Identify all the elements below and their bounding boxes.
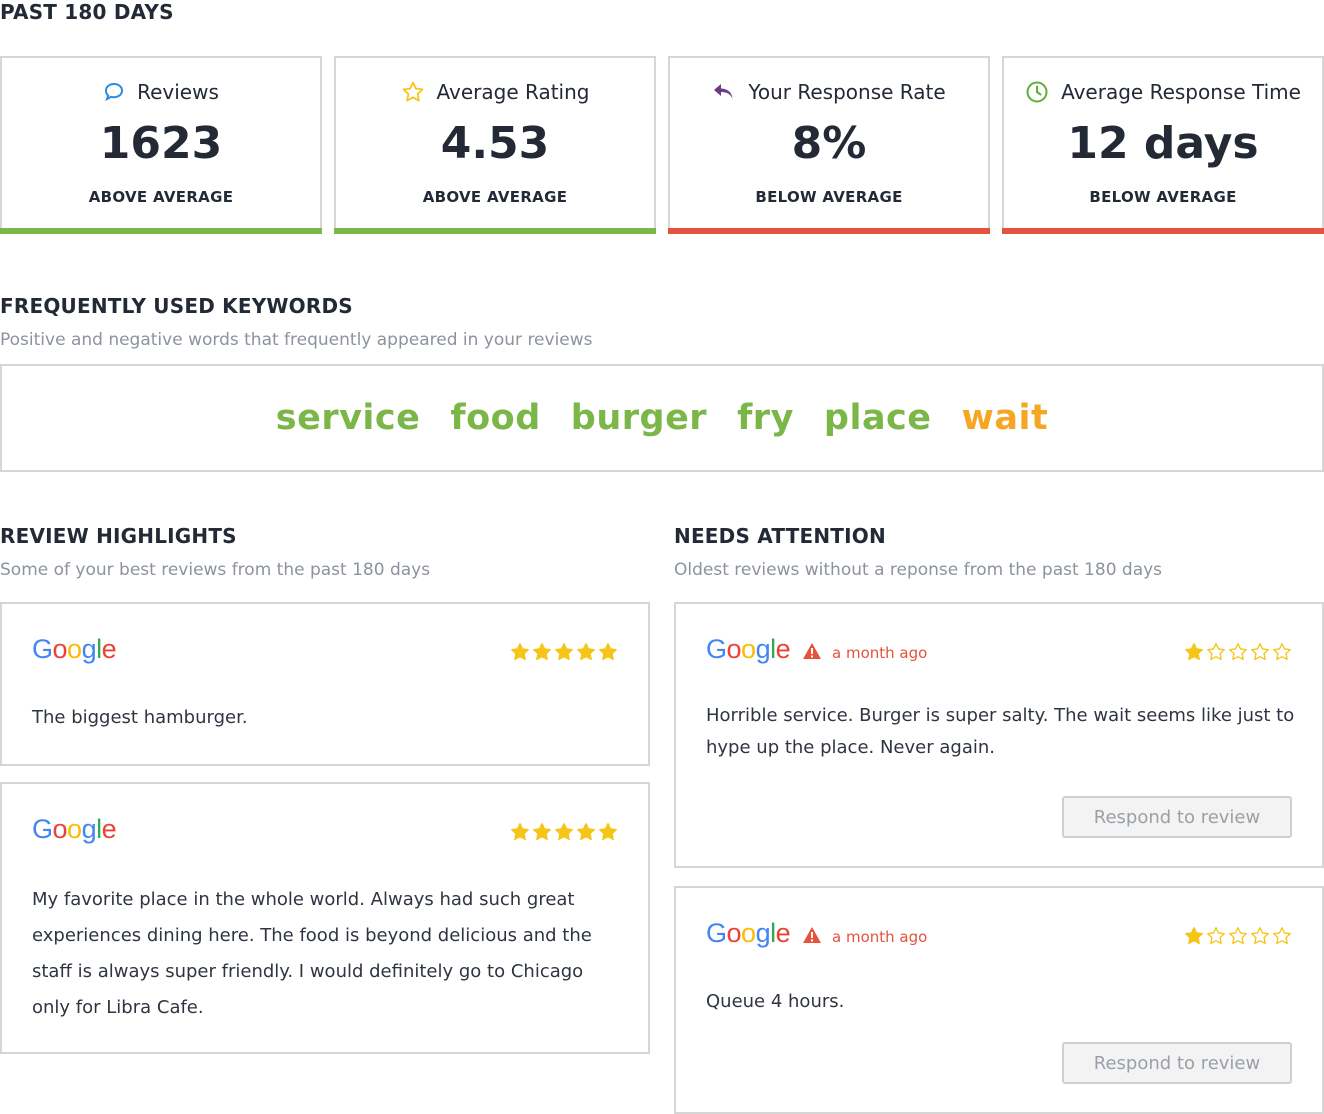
star-rating: [1184, 926, 1292, 946]
star-empty-icon: [1229, 643, 1247, 661]
star-filled-icon: [577, 643, 595, 661]
respond-to-review-button[interactable]: Respond to review: [1062, 1042, 1292, 1084]
star-empty-icon: [1207, 643, 1225, 661]
review-text: The biggest hamburger.: [32, 707, 248, 728]
star-filled-icon: [599, 643, 617, 661]
attention-review-card: Google a month ago Horrible service. Bur…: [674, 602, 1324, 868]
review-text: My favorite place in the whole world. Al…: [32, 889, 592, 1018]
keywords-subtitle: Positive and negative words that frequen…: [0, 330, 593, 350]
keyword-positive: service: [275, 398, 421, 438]
star-filled-icon: [511, 643, 529, 661]
highlights-subtitle: Some of your best reviews from the past …: [0, 560, 431, 580]
star-filled-icon: [511, 823, 529, 841]
google-logo: Google: [32, 814, 117, 844]
google-logo: Google: [706, 634, 791, 664]
attention-title: NEEDS ATTENTION: [674, 524, 886, 548]
reply-arrow-icon: [712, 81, 736, 103]
stat-status: ABOVE AVERAGE: [422, 188, 568, 206]
google-logo: Google: [32, 634, 117, 664]
stat-card-response-time: Average Response Time 12 days BELOW AVER…: [1002, 56, 1324, 234]
stat-card-reviews: Reviews 1623 ABOVE AVERAGE: [0, 56, 322, 234]
star-filled-icon: [1185, 643, 1203, 661]
star-empty-icon: [1207, 927, 1225, 945]
star-empty-icon: [1273, 643, 1291, 661]
keyword-positive: burger: [570, 398, 708, 438]
warning-icon: [802, 642, 822, 664]
clock-icon: [1025, 80, 1049, 104]
keywords-box: service food burger fry place wait: [0, 364, 1324, 472]
review-text: Horrible service. Burger is super salty.…: [706, 705, 1295, 758]
star-rating: [510, 822, 618, 842]
stat-label: Average Response Time: [1061, 80, 1301, 104]
star-empty-icon: [1251, 643, 1269, 661]
stat-label: Reviews: [137, 80, 219, 104]
stat-value: 8%: [791, 118, 867, 169]
stat-status: BELOW AVERAGE: [1089, 188, 1237, 206]
star-filled-icon: [599, 823, 617, 841]
star-empty-icon: [1273, 927, 1291, 945]
highlight-review-card: Google The biggest hamburger.: [0, 602, 650, 766]
review-text: Queue 4 hours.: [706, 991, 845, 1012]
star-rating: [1184, 642, 1292, 662]
attention-subtitle: Oldest reviews without a reponse from th…: [674, 560, 1163, 580]
stat-status: ABOVE AVERAGE: [88, 188, 234, 206]
star-filled-icon: [577, 823, 595, 841]
review-age: a month ago: [802, 926, 927, 948]
star-filled-icon: [533, 823, 551, 841]
star-filled-icon: [533, 643, 551, 661]
star-outline-icon: [401, 80, 425, 104]
stat-card-average-rating: Average Rating 4.53 ABOVE AVERAGE: [334, 56, 656, 234]
keywords-title: FREQUENTLY USED KEYWORDS: [0, 294, 353, 318]
keyword-positive: food: [450, 398, 541, 438]
highlights-title: REVIEW HIGHLIGHTS: [0, 524, 237, 548]
stat-value: 1623: [99, 118, 223, 169]
speech-bubble-icon: [103, 81, 125, 103]
star-empty-icon: [1229, 927, 1247, 945]
stat-card-response-rate: Your Response Rate 8% BELOW AVERAGE: [668, 56, 990, 234]
period-title: PAST 180 DAYS: [0, 0, 174, 24]
stat-label: Average Rating: [436, 80, 590, 104]
stat-status: BELOW AVERAGE: [755, 188, 903, 206]
star-filled-icon: [1185, 927, 1203, 945]
keyword-negative: wait: [961, 398, 1049, 438]
stat-value: 12 days: [1067, 118, 1259, 169]
status-bar: [334, 228, 656, 234]
keyword-positive: place: [823, 398, 932, 438]
star-empty-icon: [1251, 927, 1269, 945]
review-age-text: a month ago: [832, 928, 928, 946]
respond-to-review-button[interactable]: Respond to review: [1062, 796, 1292, 838]
status-bar: [668, 228, 990, 234]
review-age-text: a month ago: [832, 644, 928, 662]
star-filled-icon: [555, 823, 573, 841]
stat-value: 4.53: [440, 118, 550, 169]
status-bar: [1002, 228, 1324, 234]
keyword-positive: fry: [737, 398, 794, 438]
highlight-review-card: Google My favorite place in the whole wo…: [0, 782, 650, 1054]
stat-label: Your Response Rate: [748, 80, 946, 104]
star-rating: [510, 642, 618, 662]
review-age: a month ago: [802, 642, 927, 664]
status-bar: [0, 228, 322, 234]
google-logo: Google: [706, 918, 791, 948]
attention-review-card: Google a month ago Queue 4 hours. Respon…: [674, 886, 1324, 1114]
warning-icon: [802, 926, 822, 948]
star-filled-icon: [555, 643, 573, 661]
